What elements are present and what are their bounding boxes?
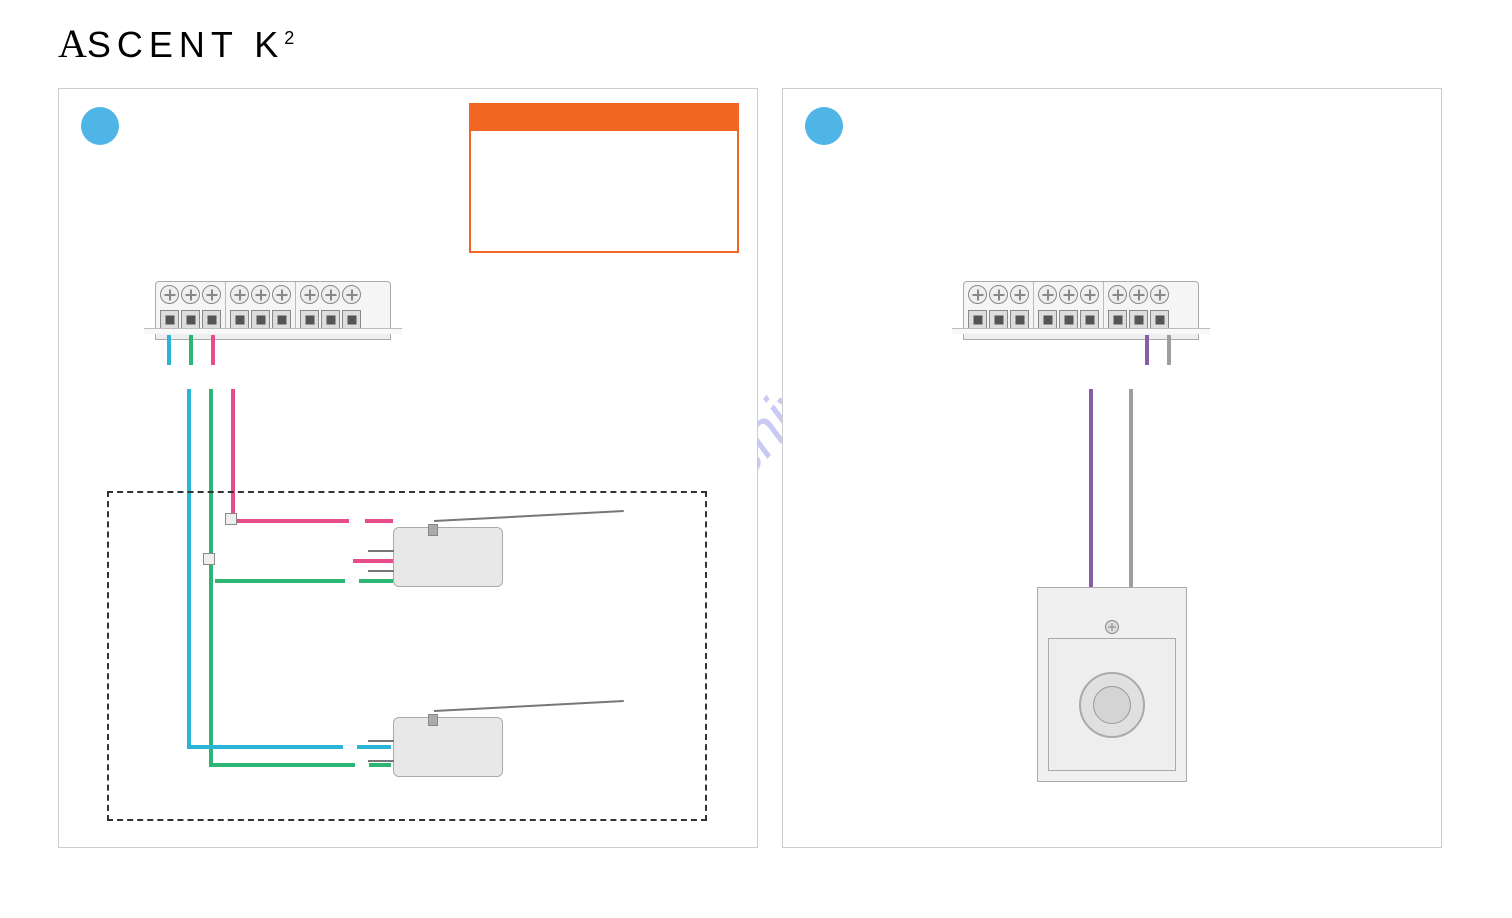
screw-icon — [1059, 285, 1078, 304]
screw-icon — [1038, 285, 1057, 304]
warning-box — [469, 103, 739, 253]
terminal-block-right — [963, 281, 1199, 340]
warning-header — [471, 105, 737, 131]
terminal-pin — [989, 310, 1008, 329]
logo-initial: A — [58, 21, 87, 66]
push-button[interactable] — [1093, 686, 1131, 724]
push-button-face — [1048, 638, 1176, 771]
screw-icon — [989, 285, 1008, 304]
screw-icon — [251, 285, 270, 304]
screw-icon — [1080, 285, 1099, 304]
terminal-pin — [272, 310, 291, 329]
terminal-pin — [202, 310, 221, 329]
terminal-pin — [300, 310, 319, 329]
push-button-ring — [1079, 672, 1145, 738]
step-circle — [81, 107, 119, 145]
logo-rest: SCENT K — [87, 24, 284, 65]
terminal-pin — [1059, 310, 1078, 329]
screw-icon — [342, 285, 361, 304]
terminal-pin — [1010, 310, 1029, 329]
screw-icon — [1129, 285, 1148, 304]
screw-icon — [1010, 285, 1029, 304]
terminal-pin — [342, 310, 361, 329]
terminal-pin — [181, 310, 200, 329]
wire-cyan — [167, 335, 171, 365]
diagram-panel-right — [782, 88, 1442, 848]
screw-icon — [1150, 285, 1169, 304]
screw-icon — [968, 285, 987, 304]
terminal-pin — [1129, 310, 1148, 329]
terminal-pin — [230, 310, 249, 329]
screw-icon — [321, 285, 340, 304]
diagram-panel-left — [58, 88, 758, 848]
screw-icon — [202, 285, 221, 304]
terminal-pin — [1038, 310, 1057, 329]
brand-logo: ASCENT K2 — [58, 20, 294, 67]
wire-grey — [1167, 335, 1171, 365]
terminal-pin — [251, 310, 270, 329]
terminal-pin — [1080, 310, 1099, 329]
screw-icon — [1105, 620, 1119, 634]
terminal-pin — [1108, 310, 1127, 329]
terminal-block-left — [155, 281, 391, 340]
screw-icon — [300, 285, 319, 304]
terminal-pin — [1150, 310, 1169, 329]
limit-switch-lower — [393, 717, 503, 777]
screw-icon — [1108, 285, 1127, 304]
limit-switch-upper — [393, 527, 503, 587]
wire-purple — [1145, 335, 1149, 365]
screw-icon — [230, 285, 249, 304]
logo-superscript: 2 — [284, 28, 294, 48]
screw-icon — [160, 285, 179, 304]
terminal-pin — [968, 310, 987, 329]
terminal-pin — [160, 310, 179, 329]
wire-pink — [211, 335, 215, 365]
screw-icon — [272, 285, 291, 304]
screw-icon — [181, 285, 200, 304]
wire-green — [189, 335, 193, 365]
terminal-pin — [321, 310, 340, 329]
step-circle — [805, 107, 843, 145]
wire-grey — [1129, 389, 1133, 589]
push-button-device — [1037, 587, 1187, 782]
wire-purple — [1089, 389, 1093, 589]
